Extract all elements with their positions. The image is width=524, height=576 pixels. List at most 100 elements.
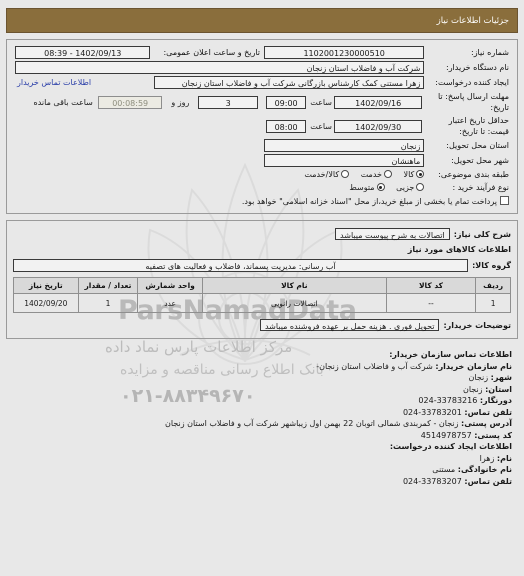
summary-row: شرح کلی نیاز: اتصالات به شرح پیوست میباش… <box>13 228 511 240</box>
col-need-date: تاریخ نیاز <box>13 277 79 294</box>
fax-value: 024-33783216 <box>418 396 478 405</box>
province-row: استان: زنجان <box>12 384 512 396</box>
last-name-key: نام خانوادگی: <box>457 465 512 474</box>
cell-need-date: 1402/09/20 <box>13 293 79 313</box>
creator-phone-key: تلفن تماس: <box>464 476 512 486</box>
buyer-contact-link[interactable]: اطلاعات تماس خریدار <box>17 78 91 87</box>
radio-icon-minor[interactable] <box>416 183 425 191</box>
subject-option-goods-label: کالا <box>403 170 415 179</box>
subject-class-label: طبقه بندی موضوعی: <box>438 170 509 179</box>
org-contact-title: اطلاعات تماس سازمان خریدار: <box>389 350 512 359</box>
radio-icon-goods[interactable] <box>416 170 425 178</box>
col-row-number: ردیف <box>475 277 511 294</box>
last-name-row: نام خانوادگی: مستنی <box>12 464 512 476</box>
form-row-purchase-type: نوع فرآیند خرید : جزیی متوسط <box>13 181 511 194</box>
page-title: جزئیات اطلاعات نیاز <box>6 8 518 33</box>
creator-field[interactable]: زهرا مستنی کمک کارشناس بازرگانی شرکت آب … <box>154 76 425 89</box>
radio-icon-goods-service[interactable] <box>341 170 350 178</box>
purchase-option-minor-label: جزیی <box>396 183 415 192</box>
group-label: گروه کالا: <box>472 261 511 270</box>
form-row-price-validity: حداقل تاریخ اعتبار قیمت: تا تاریخ: 1402/… <box>13 114 511 138</box>
purchase-option-medium[interactable]: متوسط <box>349 182 385 193</box>
remaining-time-field: 00:08:59 <box>97 95 163 109</box>
need-details-panel: شماره نیاز: 1102001230000510 تاریخ و ساع… <box>6 39 518 214</box>
form-row-creator: ایجاد کننده درخواست: زهرا مستنی کمک کارش… <box>13 75 511 90</box>
first-name-value: زهرا <box>479 453 495 463</box>
subject-option-goods-service-label: کالا/خدمت <box>304 170 340 179</box>
org-name-key: نام سازمان خریدار: <box>435 361 512 371</box>
cell-row-number: 1 <box>475 293 511 313</box>
col-quantity: تعداد / مقدار <box>77 277 139 294</box>
deadline-label: مهلت ارسال پاسخ: تا تاریخ: <box>437 92 509 112</box>
subject-option-goods[interactable]: کالا <box>404 169 425 180</box>
form-row-deadline: مهلت ارسال پاسخ: تا تاریخ: 1402/09/16 سا… <box>13 90 511 114</box>
buyer-notes-label: توضیحات خریدار: <box>443 320 511 330</box>
phone-row: تلفن تماس: 024-33783201 <box>12 407 512 419</box>
first-name-row: نام: زهرا <box>12 453 512 465</box>
goods-info-title: اطلاعات کالاهای مورد نیاز <box>407 245 511 254</box>
buyer-notes-value: تحویل فوری . هزینه حمل بر عهده فروشنده م… <box>259 319 440 331</box>
phone-value: 024-33783201 <box>402 407 462 417</box>
creator-label: ایجاد کننده درخواست: <box>435 78 509 87</box>
price-validity-time-label: ساعت <box>310 121 332 131</box>
need-details-form: شماره نیاز: 1102001230000510 تاریخ و ساع… <box>13 45 511 208</box>
treasury-checkbox[interactable] <box>500 196 509 205</box>
deadline-time-label: ساعت <box>310 97 332 107</box>
purchase-option-minor[interactable]: جزیی <box>396 182 425 193</box>
postal-code-key: کد پستی: <box>474 430 512 440</box>
col-goods-name: نام کالا <box>201 277 387 294</box>
buyer-org-field[interactable]: شرکت آب و فاضلاب استان زنجان <box>15 61 425 74</box>
remaining-days-field[interactable]: 3 <box>198 95 259 109</box>
address-row: آدرس پستی: زنجان - کمربندی شمالی اتوبان … <box>12 418 512 430</box>
cell-quantity: 1 <box>77 293 139 313</box>
remaining-time-label: ساعت باقی مانده <box>33 97 93 107</box>
price-validity-time-field[interactable]: 08:00 <box>266 119 307 133</box>
goods-table-header-row: ردیف کد کالا نام کالا واحد شمارش تعداد /… <box>13 277 511 294</box>
need-number-field[interactable]: 1102001230000510 <box>264 46 425 59</box>
delivery-city-field[interactable]: ماهنشان <box>264 154 425 167</box>
summary-label: شرح کلی نیاز: <box>453 229 511 239</box>
cell-goods-name: اتصالات رانویی <box>201 293 387 313</box>
delivery-province-field[interactable]: زنجان <box>264 139 425 152</box>
announce-datetime-field[interactable]: 1402/09/13 - 08:39 <box>15 46 151 59</box>
price-validity-label: حداقل تاریخ اعتبار قیمت: تا تاریخ: <box>448 116 509 136</box>
col-goods-code: کد کالا <box>385 277 477 294</box>
purchase-option-medium-label: متوسط <box>349 183 375 192</box>
delivery-city-label: شهر محل تحویل: <box>451 156 509 165</box>
delivery-province-label: استان محل تحویل: <box>446 141 509 150</box>
purchase-type-label: نوع فرآیند خرید : <box>452 183 509 192</box>
province-value: زنجان <box>462 384 483 394</box>
col-unit: واحد شمارش <box>137 277 203 294</box>
org-name-value: شرکت آب و فاضلاب استان زنجان- <box>316 361 433 371</box>
form-row-treasury: پرداخت تمام یا بخشی از مبلغ خرید،از محل … <box>13 194 511 208</box>
subject-option-goods-service[interactable]: کالا/خدمت <box>304 169 350 180</box>
group-row: گروه کالا: آب رسانی: مدیریت پسماند، فاضل… <box>13 259 511 272</box>
deadline-time-field[interactable]: 09:00 <box>266 95 307 109</box>
last-name-value: مستنی <box>432 465 456 474</box>
subject-option-service[interactable]: خدمت <box>361 169 392 180</box>
creator-contact-title: اطلاعات ایجاد کننده درخواست: <box>389 442 512 451</box>
form-row-need-number: شماره نیاز: 1102001230000510 تاریخ و ساع… <box>13 45 511 60</box>
subject-option-service-label: خدمت <box>360 170 382 179</box>
form-row-delivery-city: شهر محل تحویل: ماهنشان <box>13 153 511 168</box>
postal-code-row: کد پستی: 4514978757 <box>12 430 512 442</box>
group-field[interactable]: آب رسانی: مدیریت پسماند، فاضلاب و فعالیت… <box>13 259 469 272</box>
province-key: استان: <box>485 384 512 394</box>
org-name-row: نام سازمان خریدار: شرکت آب و فاضلاب استا… <box>12 361 512 373</box>
radio-icon-medium[interactable] <box>376 183 385 191</box>
form-row-delivery-province: استان محل تحویل: زنجان <box>13 138 511 153</box>
deadline-date-field[interactable]: 1402/09/16 <box>334 95 423 109</box>
cell-unit: عدد <box>137 293 203 313</box>
postal-code-value: 4514978757 <box>420 430 472 440</box>
city-key: شهر: <box>490 373 512 382</box>
creator-phone-value: 024-33783207 <box>402 476 462 486</box>
first-name-key: نام: <box>496 453 512 463</box>
form-row-buyer-org: نام دستگاه خریدار: شرکت آب و فاضلاب استا… <box>13 60 511 75</box>
announce-datetime-label: تاریخ و ساعت اعلان عمومی: <box>163 48 261 57</box>
page-container: جزئیات اطلاعات نیاز شماره نیاز: 11020012… <box>0 0 524 487</box>
radio-icon-service[interactable] <box>383 170 392 178</box>
address-value: زنجان - کمربندی شمالی اتوبان 22 بهمن اول… <box>165 419 459 428</box>
goods-panel: شرح کلی نیاز: اتصالات به شرح پیوست میباش… <box>6 220 518 339</box>
price-validity-date-field[interactable]: 1402/09/30 <box>334 119 423 133</box>
phone-key: تلفن تماس: <box>464 407 512 417</box>
